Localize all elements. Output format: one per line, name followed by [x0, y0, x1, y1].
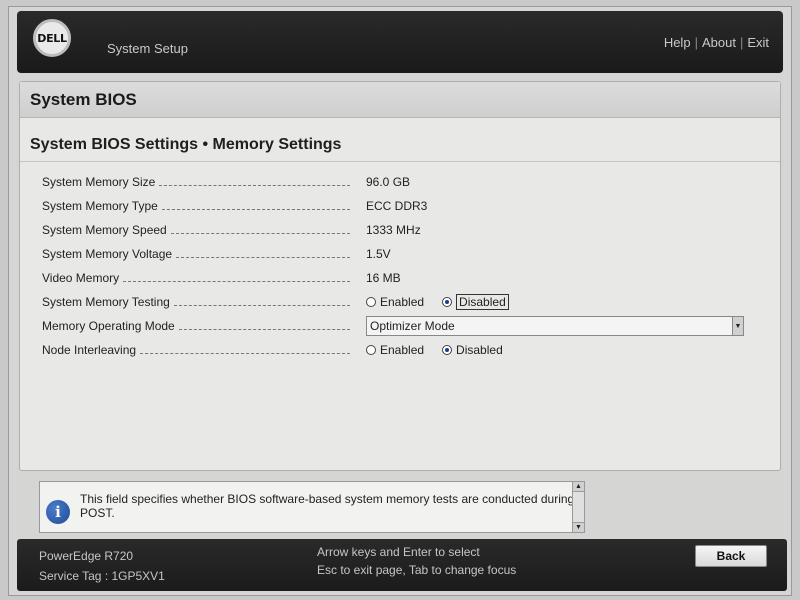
- leader-line: [170, 232, 350, 234]
- key-hint: Esc to exit page, Tab to change focus: [317, 563, 517, 577]
- radio-label: Enabled: [380, 295, 425, 309]
- dropdown-arrow-icon[interactable]: ▼: [732, 317, 743, 335]
- leader-line: [173, 304, 350, 306]
- setting-label: Node Interleaving: [42, 343, 137, 357]
- radio-label: Enabled: [380, 343, 425, 357]
- setting-value: ECC DDR3: [366, 199, 428, 213]
- panel-title: System BIOS: [20, 82, 780, 118]
- node-interleaving-disabled-radio[interactable]: Disabled: [442, 343, 503, 357]
- setting-row-memory-speed: System Memory Speed 1333 MHz: [42, 218, 770, 242]
- leader-line: [140, 352, 350, 354]
- service-tag: Service Tag : 1GP5XV1: [39, 569, 165, 583]
- leader-line: [123, 280, 350, 282]
- about-link[interactable]: About: [702, 35, 736, 50]
- setting-label-wrap: System Memory Speed: [42, 223, 360, 237]
- link-separator: |: [694, 35, 698, 50]
- footer-bar: PowerEdge R720 Service Tag : 1GP5XV1 Arr…: [17, 539, 787, 591]
- leader-line: [161, 208, 350, 210]
- link-separator: |: [739, 35, 744, 50]
- leader-line: [178, 328, 350, 330]
- setting-label: System Memory Size: [42, 175, 156, 189]
- system-model: PowerEdge R720: [39, 549, 134, 563]
- setting-label: Video Memory: [42, 271, 120, 285]
- setting-label: System Memory Voltage: [42, 247, 173, 261]
- help-box: i This field specifies whether BIOS soft…: [39, 481, 585, 533]
- setting-label-wrap: System Memory Type: [42, 199, 360, 213]
- node-interleaving-radio-group: Enabled Disabled: [360, 343, 503, 357]
- setting-label-wrap: System Memory Size: [42, 175, 360, 189]
- setting-value: 1333 MHz: [366, 223, 421, 237]
- header-links: Help | About | Exit: [664, 35, 769, 50]
- settings-list: System Memory Size 96.0 GB System Memory…: [20, 162, 780, 362]
- help-text: This field specifies whether BIOS softwa…: [80, 492, 575, 520]
- setting-label-wrap: System Memory Voltage: [42, 247, 360, 261]
- setting-label: System Memory Testing: [42, 295, 170, 309]
- key-hint: Arrow keys and Enter to select: [317, 545, 480, 559]
- back-button[interactable]: Back: [695, 545, 767, 567]
- setting-value: 1.5V: [366, 247, 391, 261]
- setting-row-memory-type: System Memory Type ECC DDR3: [42, 194, 770, 218]
- leader-line: [176, 256, 350, 258]
- setting-label-wrap: System Memory Testing: [42, 295, 360, 309]
- radio-label: Disabled: [456, 294, 509, 310]
- setting-value: 96.0 GB: [366, 175, 411, 189]
- memory-testing-radio-group: Enabled Disabled: [360, 294, 509, 310]
- bios-screen: DELL System Setup Help | About | Exit System…: [8, 6, 792, 596]
- setting-row-node-interleaving: Node Interleaving Enabled Disabled: [42, 338, 770, 362]
- radio-unselected-icon: [366, 297, 376, 307]
- setting-label-wrap: Memory Operating Mode: [42, 319, 360, 333]
- setting-label: Memory Operating Mode: [42, 319, 175, 333]
- info-icon: i: [46, 500, 70, 524]
- setting-row-video-memory: Video Memory 16 MB: [42, 266, 770, 290]
- radio-selected-icon: [442, 345, 453, 355]
- scroll-up-icon[interactable]: ▲: [573, 482, 584, 492]
- radio-selected-icon: [442, 297, 453, 307]
- radio-label: Disabled: [456, 343, 503, 357]
- header-bar: DELL System Setup Help | About | Exit: [17, 11, 783, 73]
- setting-row-memory-voltage: System Memory Voltage 1.5V: [42, 242, 770, 266]
- exit-link[interactable]: Exit: [747, 35, 769, 50]
- scroll-down-icon[interactable]: ▼: [573, 522, 584, 532]
- radio-unselected-icon: [366, 345, 376, 355]
- help-link[interactable]: Help: [664, 35, 691, 50]
- memory-operating-mode-select[interactable]: Optimizer Mode ▼: [366, 316, 744, 336]
- setting-row-operating-mode: Memory Operating Mode Optimizer Mode ▼: [42, 314, 770, 338]
- setting-label-wrap: Video Memory: [42, 271, 360, 285]
- setting-label-wrap: Node Interleaving: [42, 343, 360, 357]
- memory-testing-enabled-radio[interactable]: Enabled: [366, 295, 424, 309]
- setting-row-memory-size: System Memory Size 96.0 GB: [42, 170, 770, 194]
- setting-label: System Memory Speed: [42, 223, 167, 237]
- page-title: System BIOS Settings • Memory Settings: [20, 126, 780, 162]
- setting-row-memory-testing: System Memory Testing Enabled Disabled: [42, 290, 770, 314]
- dell-logo: DELL: [33, 19, 71, 57]
- leader-line: [159, 184, 350, 186]
- setting-value: 16 MB: [366, 271, 401, 285]
- memory-testing-disabled-radio[interactable]: Disabled: [442, 294, 509, 310]
- app-title: System Setup: [107, 41, 188, 56]
- help-scrollbar[interactable]: ▲ ▼: [572, 482, 584, 532]
- setting-label: System Memory Type: [42, 199, 158, 213]
- node-interleaving-enabled-radio[interactable]: Enabled: [366, 343, 424, 357]
- settings-panel: System BIOS System BIOS Settings • Memor…: [19, 81, 781, 471]
- select-value: Optimizer Mode: [370, 319, 455, 333]
